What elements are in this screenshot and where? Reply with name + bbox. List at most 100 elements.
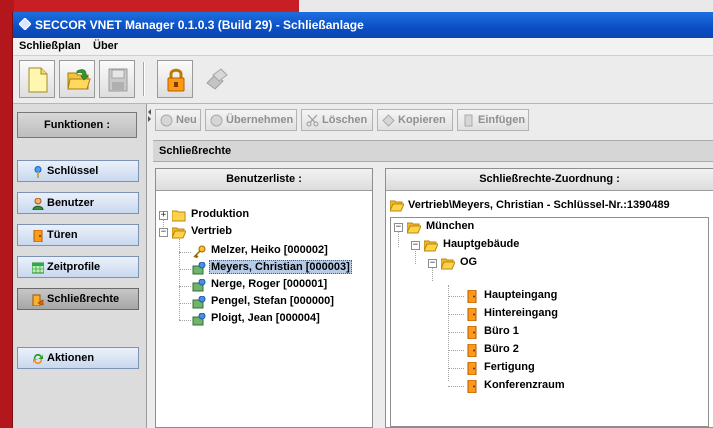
tree-connector	[179, 235, 180, 320]
user-list-title: Benutzerliste :	[156, 169, 372, 191]
user-list-panel: Benutzerliste : + Produktion − Vertrieb …	[155, 168, 373, 428]
sidebar-header: Funktionen :	[17, 112, 137, 138]
tree-label: Vertrieb	[191, 225, 232, 237]
user-key-icon	[192, 279, 206, 292]
open-file-button[interactable]	[59, 60, 95, 98]
new-file-button[interactable]	[19, 60, 55, 98]
door-label: Haupteingang	[484, 289, 558, 301]
sidebar-item-schluessel[interactable]: Schlüssel	[17, 160, 139, 182]
action-bar: Neu Übernehmen Löschen Kopieren Einfügen	[153, 104, 713, 136]
sidebar-item-tueren[interactable]: Türen	[17, 224, 139, 246]
device-transfer-icon	[206, 68, 228, 90]
desktop-background-top	[14, 0, 299, 12]
door-icon	[467, 362, 477, 375]
door-icon	[33, 230, 43, 242]
door-icon	[467, 290, 477, 303]
assignment-title: Schließrechte-Zuordnung :	[386, 169, 713, 191]
assignment-tree: − München − Hauptgebäude − OG Haupteinga…	[390, 217, 709, 427]
door-label: Fertigung	[484, 361, 535, 373]
open-folder-icon	[172, 227, 186, 239]
section-title-bar: Schließrechte	[153, 140, 713, 162]
apply-button[interactable]: Übernehmen	[205, 109, 297, 131]
tree-connector	[448, 368, 464, 369]
key-icon	[193, 245, 206, 258]
tree-connector	[179, 303, 191, 304]
tree-connector	[448, 332, 464, 333]
title-bar[interactable]: SECCOR VNET Manager 0.1.0.3 (Build 29) -…	[13, 12, 713, 38]
menu-bar: Schließplan Über	[13, 38, 713, 56]
save-button[interactable]	[99, 60, 135, 98]
sidebar-item-zeitprofile[interactable]: Zeitprofile	[17, 256, 139, 278]
sidebar-item-benutzer[interactable]: Benutzer	[17, 192, 139, 214]
copy-button[interactable]: Kopieren	[377, 109, 453, 131]
menu-ueber[interactable]: Über	[93, 40, 118, 52]
new-button[interactable]: Neu	[155, 109, 201, 131]
circle-icon	[160, 114, 173, 127]
transfer-button[interactable]	[197, 60, 233, 98]
tree-connector	[448, 350, 464, 351]
sidebar-item-label: Zeitprofile	[47, 261, 101, 273]
collapse-toggle[interactable]: −	[428, 259, 437, 268]
sidebar: Funktionen : Schlüssel Benutzer Türen Ze…	[13, 104, 147, 428]
open-folder-icon	[424, 240, 438, 252]
copy-button-label: Kopieren	[398, 114, 446, 126]
open-folder-icon	[67, 69, 91, 90]
menu-schliessplan[interactable]: Schließplan	[19, 40, 81, 52]
tree-connector	[448, 285, 449, 381]
door-icon	[467, 344, 477, 357]
padlock-icon	[167, 68, 185, 92]
tree-label: OG	[460, 256, 478, 268]
tree-connector	[398, 232, 399, 247]
apply-button-label: Übernehmen	[226, 114, 294, 126]
delete-button-label: Löschen	[322, 114, 368, 126]
actions-icon	[33, 353, 43, 365]
user-label: Melzer, Heiko [000002]	[211, 244, 328, 256]
scissors-icon	[306, 114, 319, 127]
door-icon	[467, 326, 477, 339]
key-icon	[34, 166, 42, 178]
collapse-toggle[interactable]: −	[411, 241, 420, 250]
tree-connector	[432, 268, 433, 281]
paste-icon	[464, 114, 473, 127]
user-label: Meyers, Christian [000003]	[209, 260, 352, 274]
delete-button[interactable]: Löschen	[301, 109, 373, 131]
user-label: Nerge, Roger [000001]	[211, 278, 328, 290]
door-label: Büro 2	[484, 343, 519, 355]
collapse-toggle[interactable]: −	[394, 223, 403, 232]
open-folder-icon	[407, 222, 421, 234]
sidebar-item-schliessrechte[interactable]: Schließrechte	[17, 288, 139, 310]
save-icon	[108, 68, 128, 92]
door-label: Konferenzraum	[484, 379, 565, 391]
user-key-icon	[192, 313, 206, 326]
paste-button-label: Einfügen	[478, 114, 526, 126]
section-title: Schließrechte	[159, 145, 232, 157]
actions-button[interactable]: Aktionen	[17, 347, 139, 369]
expand-toggle[interactable]: +	[159, 211, 168, 220]
tree-connector	[448, 386, 464, 387]
toolbar-separator	[143, 62, 145, 96]
tree-connector	[179, 320, 191, 321]
paste-button[interactable]: Einfügen	[457, 109, 529, 131]
collapse-toggle[interactable]: −	[159, 228, 168, 237]
tree-label: München	[426, 220, 475, 232]
lock-button[interactable]	[157, 60, 193, 98]
door-label: Büro 1	[484, 325, 519, 337]
tree-connector	[179, 286, 191, 287]
tree-connector	[448, 314, 464, 315]
new-file-icon	[28, 67, 48, 93]
sidebar-item-label: Benutzer	[47, 197, 95, 209]
sidebar-item-label: Schlüssel	[47, 165, 99, 177]
user-label: Ploigt, Jean [000004]	[211, 312, 320, 324]
tree-label: Produktion	[191, 208, 250, 220]
open-folder-icon	[441, 258, 455, 270]
sidebar-item-label: Schließrechte	[47, 293, 120, 305]
lock-rights-icon	[32, 294, 44, 306]
new-button-label: Neu	[176, 114, 197, 126]
assignment-path-label: Vertrieb\Meyers, Christian - Schlüssel-N…	[408, 199, 670, 211]
user-label: Pengel, Stefan [000000]	[211, 295, 334, 307]
tree-connector	[415, 251, 416, 264]
window-title: SECCOR VNET Manager 0.1.0.3 (Build 29) -…	[35, 18, 364, 32]
actions-label: Aktionen	[47, 352, 95, 364]
toolbar	[13, 56, 713, 104]
tree-label: Hauptgebäude	[443, 238, 520, 250]
